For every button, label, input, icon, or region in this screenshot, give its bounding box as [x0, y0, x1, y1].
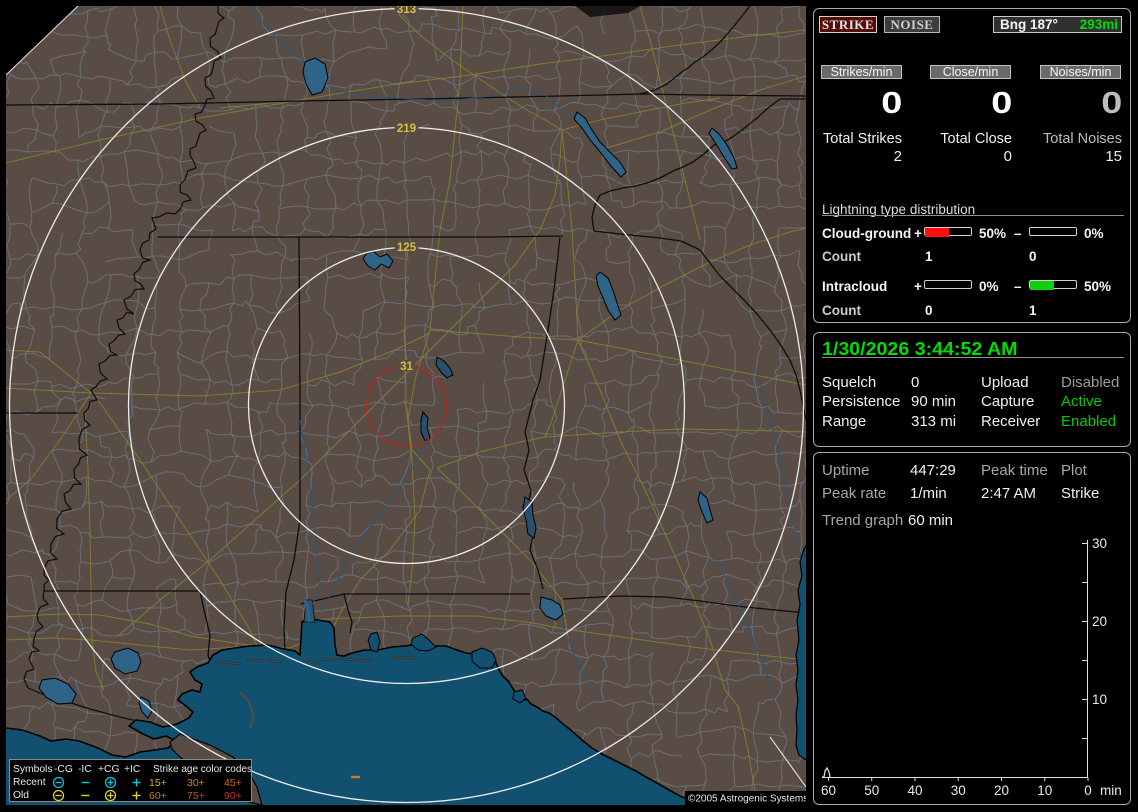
svg-text:©2005 Astrogenic Systems: ©2005 Astrogenic Systems	[688, 794, 806, 805]
svg-text:20: 20	[1092, 614, 1107, 629]
svg-text:10: 10	[1092, 692, 1107, 707]
svg-text:219: 219	[397, 123, 416, 135]
svg-text:31: 31	[400, 361, 413, 373]
svg-text:0: 0	[1084, 783, 1092, 798]
svg-text:min: min	[1100, 783, 1122, 798]
svg-text:125: 125	[397, 242, 417, 254]
svg-text:20: 20	[994, 783, 1009, 798]
svg-text:30: 30	[951, 783, 966, 798]
svg-text:10: 10	[1037, 783, 1052, 798]
svg-text:30: 30	[1092, 536, 1107, 551]
svg-text:50: 50	[864, 783, 879, 798]
svg-text:60: 60	[821, 783, 836, 798]
svg-text:313: 313	[397, 6, 416, 16]
svg-text:40: 40	[907, 783, 922, 798]
